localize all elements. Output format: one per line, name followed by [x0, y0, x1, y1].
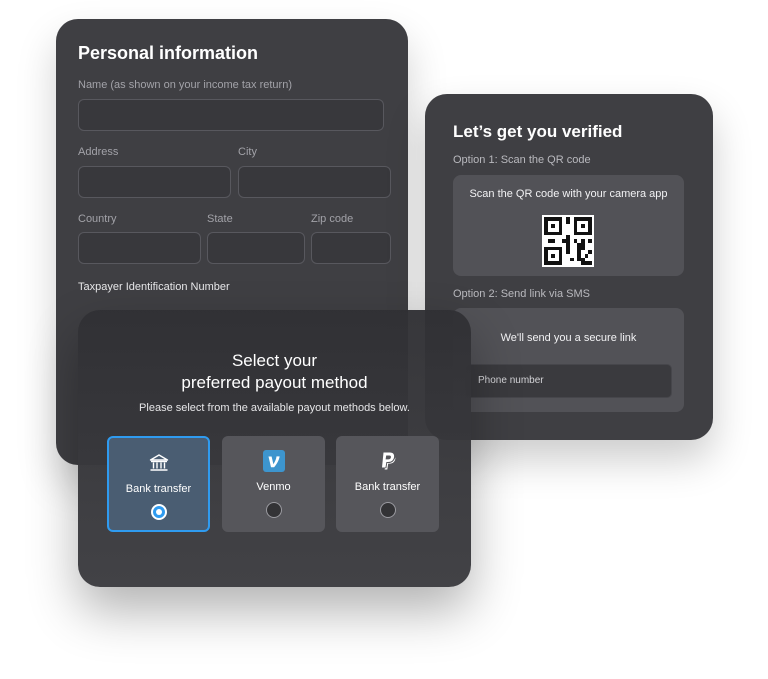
payout-radio-bank-transfer[interactable] [150, 504, 167, 520]
taxpayer-id-label: Taxpayer Identification Number [78, 281, 230, 293]
country-input[interactable] [78, 232, 201, 264]
payout-option-bank-transfer[interactable]: Bank transfer [107, 436, 210, 532]
qr-panel: Scan the QR code with your camera app [453, 175, 684, 276]
sms-instructions: We'll send you a secure link [500, 332, 637, 344]
bank-icon [149, 454, 168, 471]
personal-information-title: Personal information [78, 43, 259, 63]
payout-title-line1: Select your [231, 351, 318, 370]
phone-number-placeholder: Phone number [478, 375, 544, 386]
sms-panel: We'll send you a secure link Phone numbe… [453, 308, 684, 412]
state-input[interactable] [207, 232, 305, 264]
zip-code-input[interactable] [311, 232, 391, 264]
payout-option-paypal[interactable]: Bank transfer [336, 436, 439, 532]
payout-option-label: Bank transfer [125, 483, 192, 495]
verification-title: Let’s get you verified [453, 122, 623, 141]
city-input[interactable] [238, 166, 391, 198]
payout-option-venmo[interactable]: Venmo [222, 436, 325, 532]
paypal-icon [381, 452, 395, 470]
payout-option-label: Bank transfer [354, 481, 421, 493]
zip-code-label: Zip code [311, 213, 354, 225]
qr-instructions: Scan the QR code with your camera app [469, 188, 668, 200]
address-input[interactable] [78, 166, 231, 198]
payout-radio-paypal[interactable] [379, 502, 396, 518]
name-label: Name (as shown on your income tax return… [78, 79, 292, 91]
payout-option-label: Venmo [256, 481, 291, 493]
country-label: Country [78, 213, 117, 225]
payout-subtitle: Please select from the available payout … [139, 402, 410, 414]
phone-number-input[interactable]: Phone number [465, 364, 672, 398]
option-qr-label: Option 1: Scan the QR code [453, 154, 591, 166]
payout-method-card: Select your preferred payout method Plea… [78, 310, 471, 587]
city-label: City [238, 146, 257, 158]
payout-title: Select your preferred payout method [78, 350, 471, 394]
payout-radio-venmo[interactable] [265, 502, 282, 518]
state-label: State [207, 213, 233, 225]
venmo-icon [262, 450, 285, 472]
option-sms-label: Option 2: Send link via SMS [453, 288, 590, 300]
address-label: Address [78, 146, 119, 158]
payout-title-line2: preferred payout method [181, 373, 368, 392]
qr-code-icon [542, 215, 594, 267]
name-input[interactable] [78, 99, 384, 131]
